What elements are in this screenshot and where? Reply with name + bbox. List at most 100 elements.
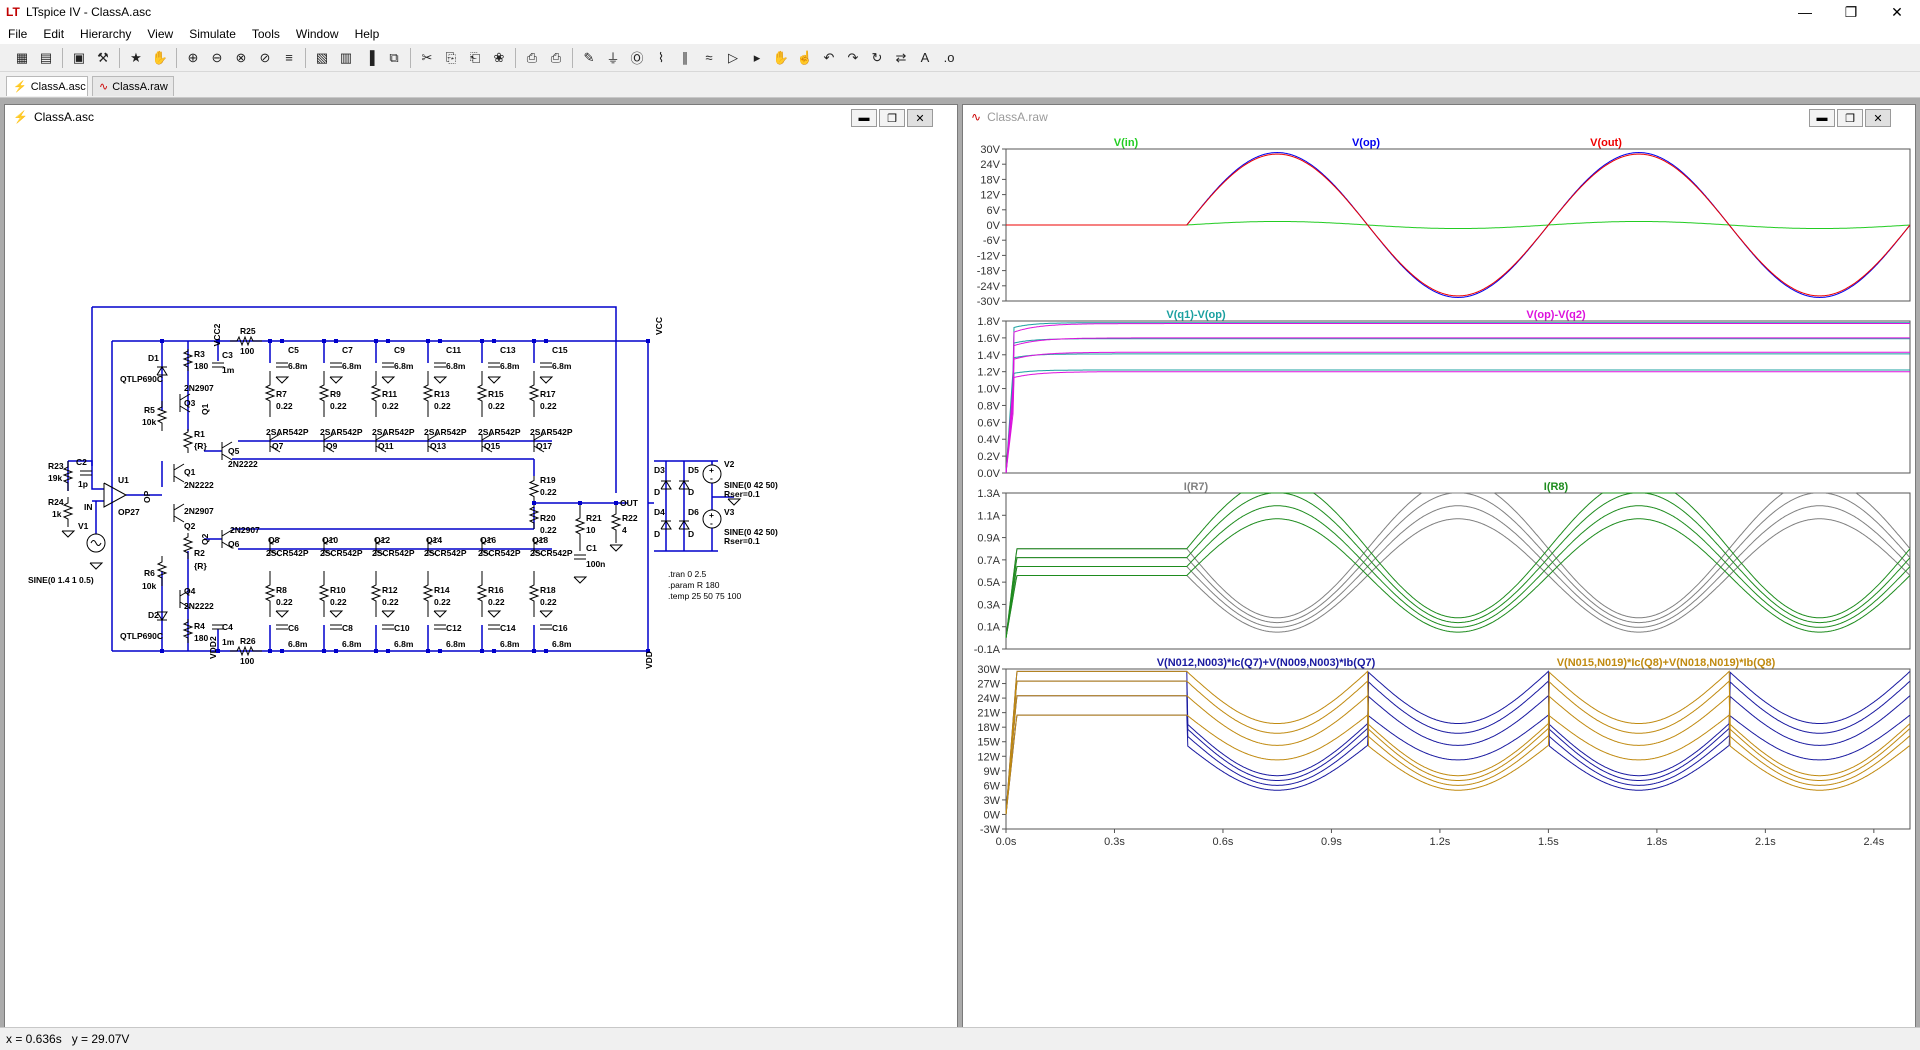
copy-icon[interactable]: ⎘ bbox=[440, 47, 462, 69]
y-tick-label: 0.2V bbox=[977, 451, 1000, 463]
lower-resistor-symbol bbox=[370, 571, 382, 617]
menu-window[interactable]: Window bbox=[288, 24, 347, 44]
spice-directive[interactable]: .param R 180 bbox=[668, 580, 720, 590]
lower-resistor-label: R18 bbox=[540, 585, 556, 595]
text-icon[interactable]: A bbox=[914, 47, 936, 69]
tile-horizontal-icon[interactable]: ▥ bbox=[335, 47, 357, 69]
plot-pane-1[interactable]: 30V 24V 18V 12V 6V 0V -6V -12V -18V -24V -30V V(in)… bbox=[977, 137, 1911, 308]
move-icon[interactable]: ✋ bbox=[770, 47, 792, 69]
trace-label[interactable]: V(op) bbox=[1352, 137, 1380, 149]
upper-resistor-value: 0.22 bbox=[276, 401, 293, 411]
menu-simulate[interactable]: Simulate bbox=[181, 24, 244, 44]
component-icon[interactable]: ▸ bbox=[746, 47, 768, 69]
print-icon[interactable]: ⎙ bbox=[545, 47, 567, 69]
maximize-button[interactable]: ❐ bbox=[1828, 0, 1874, 24]
control-panel-icon[interactable]: ⚒ bbox=[92, 47, 114, 69]
drag-icon[interactable]: ☝ bbox=[794, 47, 816, 69]
menu-edit[interactable]: Edit bbox=[35, 24, 72, 44]
trace-label[interactable]: V(N012,N003)*Ic(Q7)+V(N009,N003)*Ib(Q7) bbox=[1157, 657, 1376, 669]
r26-value: 100 bbox=[240, 656, 254, 666]
schematic-canvas[interactable]: VCC VCC2 VDD2 VDD R25 100 R26 100 D1 QTLP690C R3 18… bbox=[8, 131, 956, 1026]
plot-pane-3[interactable]: 1.3A 1.1A 0.9A 0.7A 0.5A 0.3A 0.1A -0.1A I(R7) I(… bbox=[974, 481, 1911, 656]
trace-label[interactable]: I(R8) bbox=[1544, 481, 1569, 493]
ground-icon[interactable]: ⏚ bbox=[602, 47, 624, 69]
menu-file[interactable]: File bbox=[0, 24, 35, 44]
minimize-button[interactable]: — bbox=[1782, 0, 1828, 24]
junction-dot bbox=[492, 649, 496, 653]
trace-label[interactable]: V(q1)-V(op) bbox=[1166, 309, 1226, 321]
capacitor-icon[interactable]: ∥ bbox=[674, 47, 696, 69]
tab-classa-raw[interactable]: ∿ ClassA.raw bbox=[92, 76, 174, 96]
waveform-minimize-button[interactable]: ▬ bbox=[1809, 109, 1835, 127]
inductor-icon[interactable]: ≈ bbox=[698, 47, 720, 69]
draw-wire-icon[interactable]: ✎ bbox=[578, 47, 600, 69]
lower-transistor-label: Q16 bbox=[480, 535, 496, 545]
lower-cap-label: C8 bbox=[342, 623, 353, 633]
undo-icon[interactable]: ↶ bbox=[818, 47, 840, 69]
close-button[interactable]: ✕ bbox=[1874, 0, 1920, 24]
new-schematic-icon[interactable]: ▦ bbox=[11, 47, 33, 69]
net-label-op: OP bbox=[142, 490, 152, 503]
trace-label[interactable]: V(out) bbox=[1590, 137, 1622, 149]
waveform-close-button[interactable]: ✕ bbox=[1865, 109, 1891, 127]
spice-directive[interactable]: .temp 25 50 75 100 bbox=[668, 591, 742, 601]
cascade-icon[interactable]: ⧉ bbox=[383, 47, 405, 69]
upper-cap-label: C9 bbox=[394, 345, 405, 355]
run-icon[interactable]: ★ bbox=[125, 47, 147, 69]
zoom-fit-icon[interactable]: ⊘ bbox=[254, 47, 276, 69]
resistor-icon[interactable]: ⌇ bbox=[650, 47, 672, 69]
save-icon[interactable]: ▣ bbox=[68, 47, 90, 69]
diode-icon[interactable]: ▷ bbox=[722, 47, 744, 69]
waveform-plot-area[interactable]: 30V 24V 18V 12V 6V 0V -6V -12V -18V -24V -30V V(in)… bbox=[966, 131, 1914, 1026]
rotate-icon[interactable]: ↻ bbox=[866, 47, 888, 69]
open-icon[interactable]: ▤ bbox=[35, 47, 57, 69]
menu-hierarchy[interactable]: Hierarchy bbox=[72, 24, 139, 44]
schematic-restore-button[interactable]: ❐ bbox=[879, 109, 905, 127]
trace-label[interactable]: I(R7) bbox=[1184, 481, 1209, 493]
y-tick-label: 0V bbox=[987, 220, 1001, 232]
upper-transistor-model: 2SAR542P bbox=[530, 427, 573, 437]
window-title: LTspice IV - ClassA.asc bbox=[26, 5, 152, 19]
upper-resistor-value: 0.22 bbox=[540, 401, 557, 411]
plot-pane-2[interactable]: 1.8V 1.6V 1.4V 1.2V 1.0V 0.8V 0.6V 0.4V 0.2V 0.0V… bbox=[977, 309, 1911, 480]
redo-icon[interactable]: ↷ bbox=[842, 47, 864, 69]
q3-label: Q3 bbox=[184, 398, 196, 408]
menu-view[interactable]: View bbox=[139, 24, 181, 44]
y-tick-label: 6W bbox=[984, 780, 1001, 792]
schematic-close-button[interactable]: ✕ bbox=[907, 109, 933, 127]
menu-tools[interactable]: Tools bbox=[244, 24, 288, 44]
print-preview-icon[interactable]: ⎙ bbox=[521, 47, 543, 69]
zoom-out-icon[interactable]: ⊗ bbox=[230, 47, 252, 69]
menu-help[interactable]: Help bbox=[347, 24, 388, 44]
zoom-in-icon[interactable]: ⊕ bbox=[182, 47, 204, 69]
label-net-icon[interactable]: Ⓞ bbox=[626, 47, 648, 69]
autorange-icon[interactable]: ≡ bbox=[278, 47, 300, 69]
tab-classa-asc[interactable]: ⚡ ClassA.asc bbox=[6, 76, 88, 96]
schematic-window: ⚡ ClassA.asc ▬ ❐ ✕ VCC VCC2 VDD2 VDD R25 100 R… bbox=[4, 104, 958, 1028]
halt-icon[interactable]: ✋ bbox=[149, 47, 171, 69]
upper-cap-value: 6.8m bbox=[446, 361, 466, 371]
paste-icon[interactable]: ⎗ bbox=[464, 47, 486, 69]
plot-pane-4[interactable]: 30W 27W 24W 21W 18W 15W 12W 9W 6W 3W 0W -3W V(N012,N… bbox=[977, 657, 1911, 836]
q1-model: 2N2222 bbox=[184, 480, 214, 490]
trace-label[interactable]: V(in) bbox=[1114, 137, 1139, 149]
trace-label[interactable]: V(op)-V(q2) bbox=[1526, 309, 1586, 321]
tile-vertical-icon[interactable]: ▐ bbox=[359, 47, 381, 69]
waveform-restore-button[interactable]: ❐ bbox=[1837, 109, 1863, 127]
lower-resistor-label: R8 bbox=[276, 585, 287, 595]
cut-icon[interactable]: ✂ bbox=[416, 47, 438, 69]
undock-icon[interactable]: ▧ bbox=[311, 47, 333, 69]
toolbar-separator bbox=[572, 47, 573, 68]
status-bar: x = 0.636s y = 29.07V bbox=[0, 1027, 1920, 1050]
schematic-minimize-button[interactable]: ▬ bbox=[851, 109, 877, 127]
zoom-box-icon[interactable]: ⊖ bbox=[206, 47, 228, 69]
mirror-icon[interactable]: ⇄ bbox=[890, 47, 912, 69]
lower-resistor-symbol bbox=[476, 571, 488, 617]
y-tick-label: 1.4V bbox=[977, 350, 1000, 362]
spice-directive-icon[interactable]: .o bbox=[938, 47, 960, 69]
find-icon[interactable]: ❀ bbox=[488, 47, 510, 69]
c3-value: 1m bbox=[222, 365, 235, 375]
spice-directive[interactable]: .tran 0 2.5 bbox=[668, 569, 707, 579]
d5-model: D bbox=[688, 487, 694, 497]
trace-label[interactable]: V(N015,N019)*Ic(Q8)+V(N018,N019)*Ib(Q8) bbox=[1557, 657, 1776, 669]
